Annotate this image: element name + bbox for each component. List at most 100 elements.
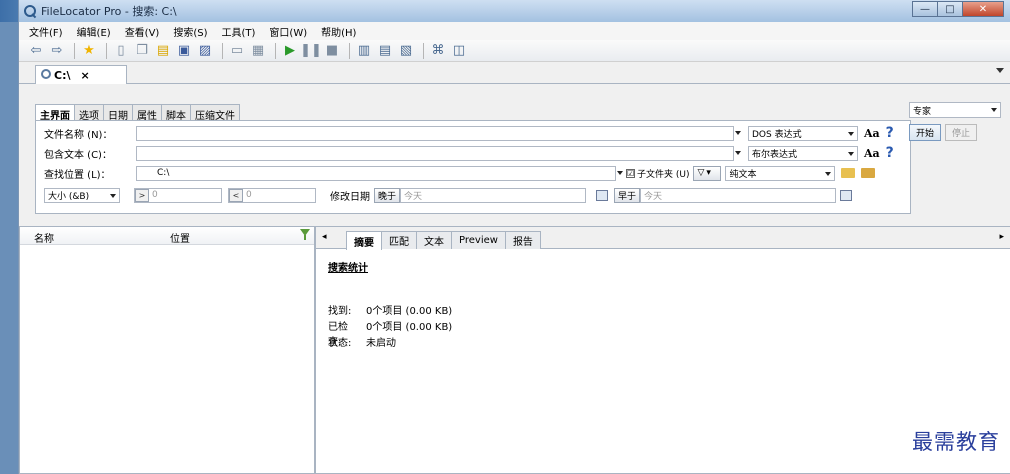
search-stats-heading: 搜索统计 — [328, 263, 368, 274]
file-name-mode-select[interactable]: DOS 表达式 — [748, 125, 858, 141]
checked-value: 0个项目 (0.00 KB) — [366, 322, 453, 333]
watermark-text: 最需教育 — [912, 430, 1000, 454]
edit-folder-icon[interactable] — [861, 168, 876, 178]
window-layout-icon[interactable]: ▥ — [355, 42, 373, 60]
tab-text[interactable]: 文本 — [416, 231, 452, 249]
pause-icon[interactable]: ❚❚ — [300, 42, 322, 60]
look-in-input[interactable]: C:\ — [136, 165, 616, 181]
forward-arrow-icon[interactable]: ⇨ — [48, 42, 66, 60]
close-tab-icon[interactable]: × — [81, 69, 90, 82]
new-document-icon[interactable]: ▯ — [112, 42, 130, 60]
play-icon[interactable]: ▶ — [281, 42, 299, 60]
size-min-value: 0 — [152, 190, 158, 200]
help-icon[interactable]: ? — [886, 125, 894, 141]
calendar-icon[interactable] — [840, 189, 853, 201]
case-sensitive-button[interactable]: Aa — [864, 127, 880, 140]
preview-tabs: ◂ 摘要 匹配 文本 Preview 报告 ▸ — [316, 227, 1010, 250]
menu-tools[interactable]: 工具(T) — [222, 24, 256, 39]
less-than-button[interactable]: < — [229, 188, 243, 202]
calendar-icon[interactable] — [596, 189, 609, 201]
close-window-button[interactable]: ✕ — [962, 1, 1004, 17]
date-before-button[interactable]: 早于 — [614, 187, 641, 203]
menu-file[interactable]: 文件(F) — [29, 24, 63, 39]
open-folder-icon[interactable]: ▤ — [154, 42, 172, 60]
size-select[interactable]: 大小 (&B) — [44, 187, 120, 203]
profile-value: 专家 — [913, 106, 932, 117]
maximize-button[interactable]: □ — [937, 1, 963, 17]
results-list[interactable]: 名称 位置 — [19, 226, 315, 474]
browse-folder-icon[interactable] — [841, 168, 856, 178]
contains-text-history-dropdown[interactable] — [734, 145, 744, 161]
tab-script[interactable]: 脚本 — [161, 104, 191, 122]
date-after-button[interactable]: 晚于 — [374, 187, 401, 203]
look-in-value: C:\ — [157, 168, 170, 178]
criteria-tabs: 主界面 选项 日期 属性 脚本 压缩文件 — [35, 104, 240, 122]
app-window: FileLocator Pro - 搜索: C:\ — □ ✕ 文件(F) 编辑… — [18, 0, 1010, 474]
network-icon[interactable]: ⌘ — [429, 42, 447, 60]
tab-attributes[interactable]: 属性 — [132, 104, 162, 122]
help-icon[interactable]: ? — [886, 145, 894, 161]
tab-hits[interactable]: 匹配 — [381, 231, 417, 249]
copy-document-icon[interactable]: ❐ — [133, 42, 151, 60]
tab-date[interactable]: 日期 — [103, 104, 133, 122]
greater-than-button[interactable]: > — [135, 188, 149, 202]
tab-archives[interactable]: 压缩文件 — [190, 104, 240, 122]
size-max-input[interactable]: <0 — [228, 187, 316, 203]
contains-mode-select[interactable]: 布尔表达式 — [748, 145, 858, 161]
menu-window[interactable]: 窗口(W) — [269, 24, 307, 39]
menu-view[interactable]: 查看(V) — [125, 24, 160, 39]
profile-select[interactable]: 专家 — [909, 102, 1001, 118]
funnel-filter-icon: ▽ — [697, 168, 705, 178]
window-split-icon[interactable]: ▤ — [376, 42, 394, 60]
print-document-icon[interactable]: ▦ — [249, 42, 267, 60]
look-in-type-select[interactable]: 纯文本 — [725, 165, 836, 181]
book-icon[interactable]: ◫ — [450, 42, 468, 60]
case-sensitive-button[interactable]: Aa — [864, 147, 880, 160]
export-document-icon[interactable]: ▭ — [228, 42, 246, 60]
favorites-star-icon[interactable]: ★ — [80, 42, 98, 60]
title-bar[interactable]: FileLocator Pro - 搜索: C:\ — □ ✕ — [19, 0, 1010, 22]
contains-mode-value: 布尔表达式 — [752, 149, 798, 160]
toolbar: ⇦ ⇨ ★ ▯ ❐ ▤ ▣ ▨ ▭ ▦ ▶ ❚❚ ■ ▥ ▤ ▧ ⌘ ◫ — [19, 40, 1010, 62]
search-icon — [41, 69, 51, 79]
look-in-history-dropdown[interactable] — [616, 165, 626, 181]
preview-pane: ◂ 摘要 匹配 文本 Preview 报告 ▸ 搜索统计 找到: 0个项目 (0… — [315, 226, 1010, 474]
look-in-type-value: 纯文本 — [729, 169, 757, 180]
settings-document-icon[interactable]: ▧ — [397, 42, 415, 60]
status-label: 状态: — [328, 338, 352, 349]
contains-text-input[interactable] — [136, 145, 734, 161]
file-name-history-dropdown[interactable] — [734, 125, 744, 141]
scroll-tabs-right-icon[interactable]: ▸ — [999, 232, 1004, 242]
date-from-input[interactable]: 今天 — [400, 187, 587, 203]
tab-report[interactable]: 报告 — [504, 231, 541, 249]
menu-help[interactable]: 帮助(H) — [321, 24, 356, 39]
scroll-tabs-left-icon[interactable]: ◂ — [322, 232, 327, 242]
date-to-input[interactable]: 今天 — [640, 187, 837, 203]
results-filter-icon[interactable] — [300, 229, 310, 241]
subfolders-label: 子文件夹 (U) — [637, 169, 690, 180]
size-min-input[interactable]: >0 — [134, 187, 222, 203]
tab-summary[interactable]: 摘要 — [346, 231, 382, 250]
folder-filter-button[interactable]: ▽ ▾ — [693, 165, 722, 181]
size-date-row: 大小 (&B) >0 <0 修改日期 晚于 今天 早于 今天 — [44, 187, 853, 203]
tab-options[interactable]: 选项 — [74, 104, 104, 122]
stop-button[interactable]: 停止 — [945, 124, 977, 141]
search-tab[interactable]: C:\ × — [35, 65, 127, 84]
menu-search[interactable]: 搜索(S) — [173, 24, 207, 39]
contains-text-label: 包含文本 (C)： — [44, 149, 112, 161]
minimize-button[interactable]: — — [912, 1, 938, 17]
results-header: 名称 位置 — [20, 227, 314, 245]
column-name[interactable]: 名称 — [34, 230, 54, 245]
file-name-input[interactable] — [136, 125, 734, 141]
menu-edit[interactable]: 编辑(E) — [77, 24, 111, 39]
tab-main[interactable]: 主界面 — [35, 104, 75, 122]
column-location[interactable]: 位置 — [170, 230, 190, 245]
save-icon[interactable]: ▣ — [175, 42, 193, 60]
back-arrow-icon[interactable]: ⇦ — [27, 42, 45, 60]
start-button[interactable]: 开始 — [909, 124, 941, 141]
tab-list-dropdown-icon[interactable] — [996, 68, 1004, 73]
stop-icon[interactable]: ■ — [323, 42, 341, 60]
subfolders-checkbox[interactable]: ☑ — [626, 168, 635, 178]
tab-preview[interactable]: Preview — [451, 231, 506, 249]
save-as-icon[interactable]: ▨ — [196, 42, 214, 60]
